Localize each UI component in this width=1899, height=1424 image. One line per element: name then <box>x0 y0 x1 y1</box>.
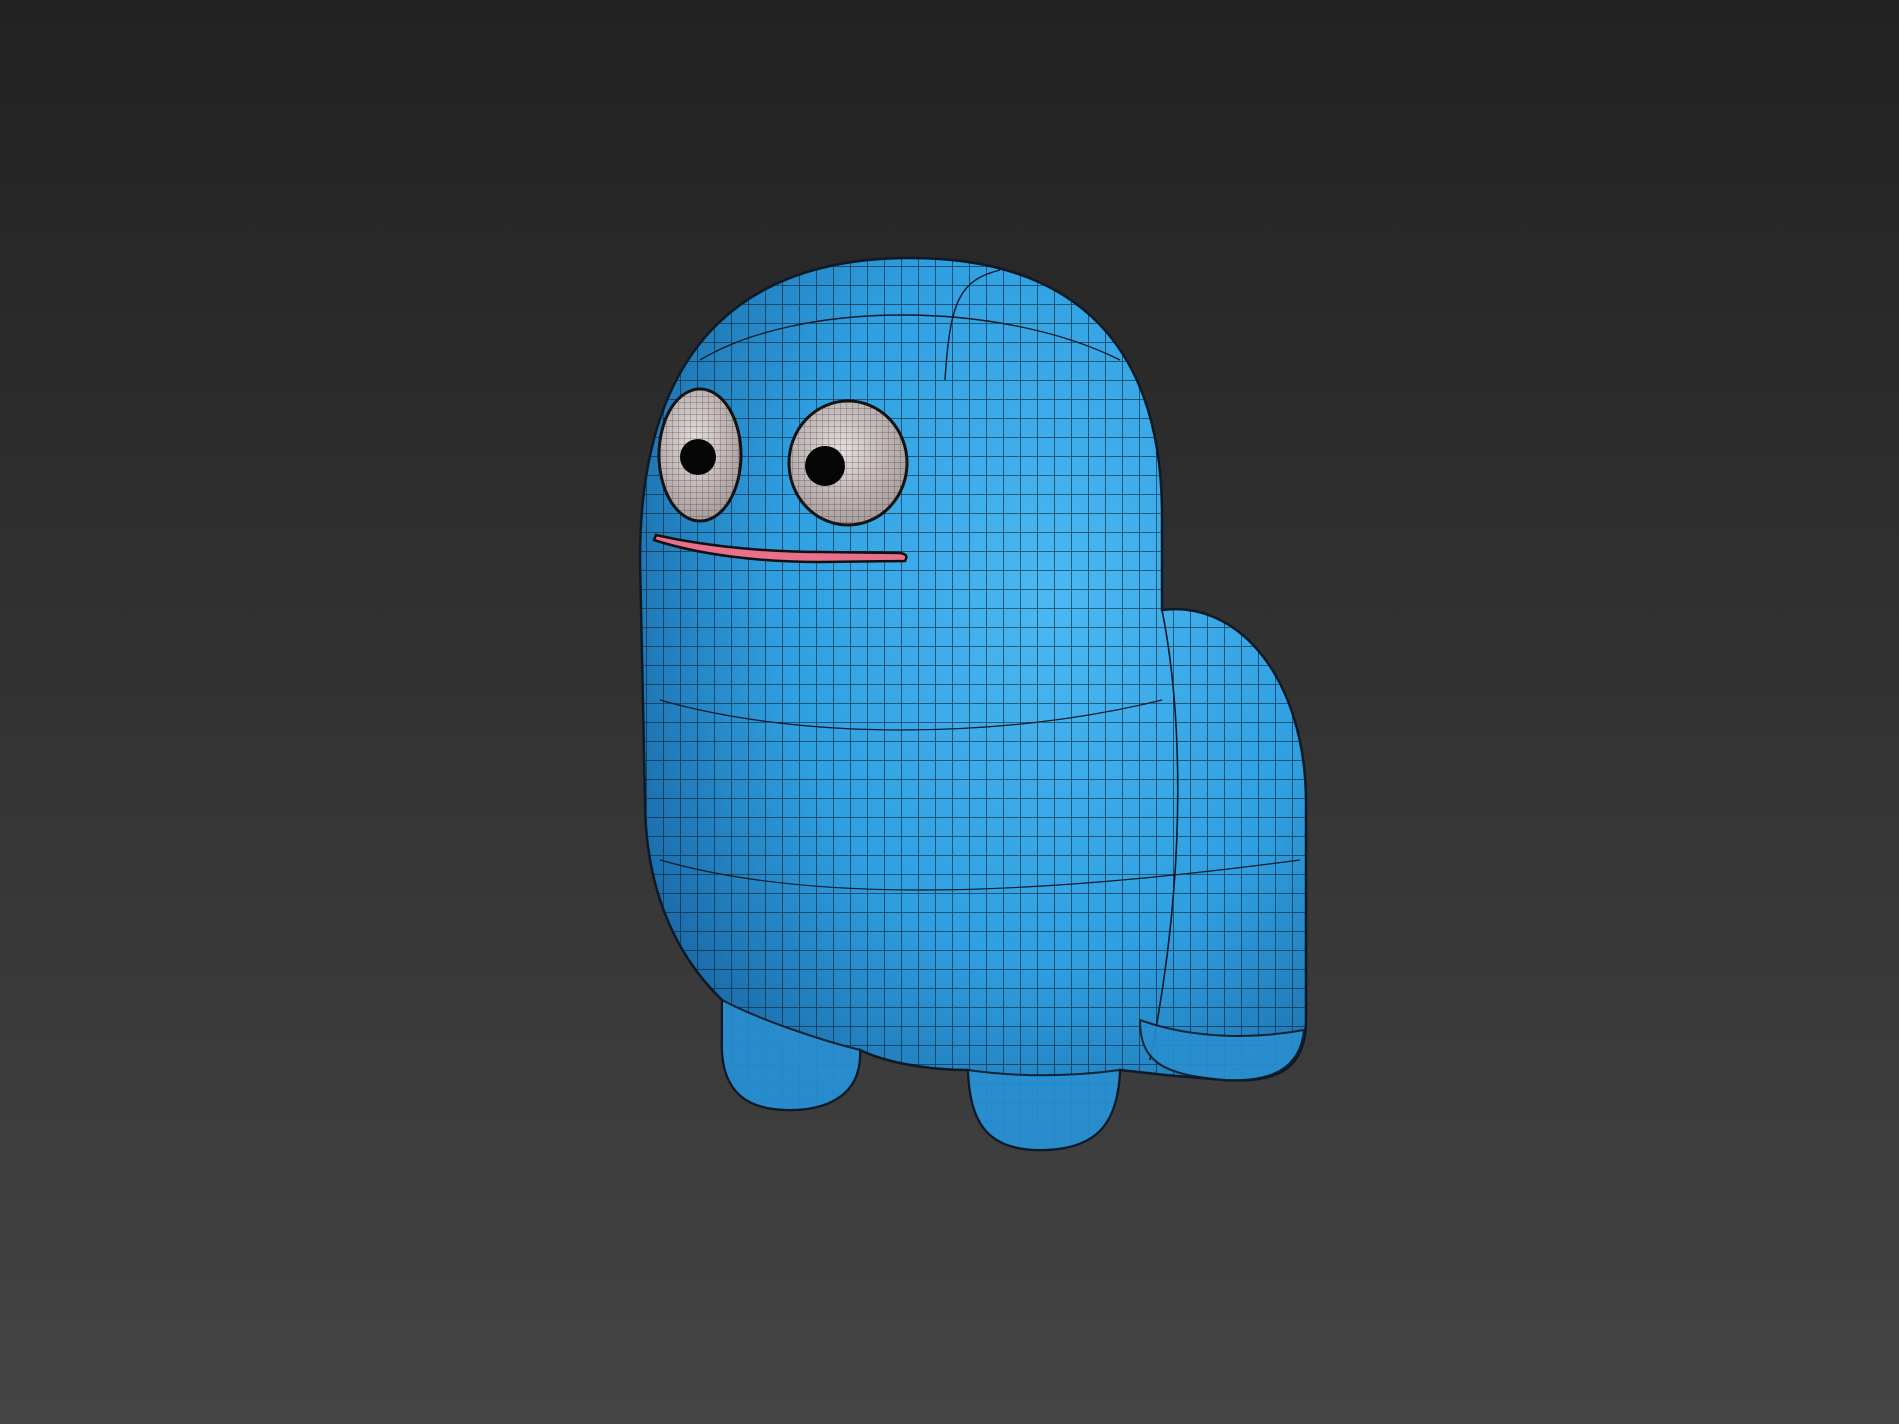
right-eye[interactable] <box>787 399 909 527</box>
3d-viewport[interactable] <box>0 0 1899 1424</box>
creature-front-right-leg <box>966 1068 1122 1152</box>
viewport-scene[interactable] <box>0 0 1899 1424</box>
left-eye[interactable] <box>657 387 743 523</box>
creature-wireframe <box>640 258 1306 1150</box>
left-pupil <box>680 439 716 475</box>
right-pupil <box>805 446 845 486</box>
creature-model[interactable] <box>600 240 1340 1170</box>
